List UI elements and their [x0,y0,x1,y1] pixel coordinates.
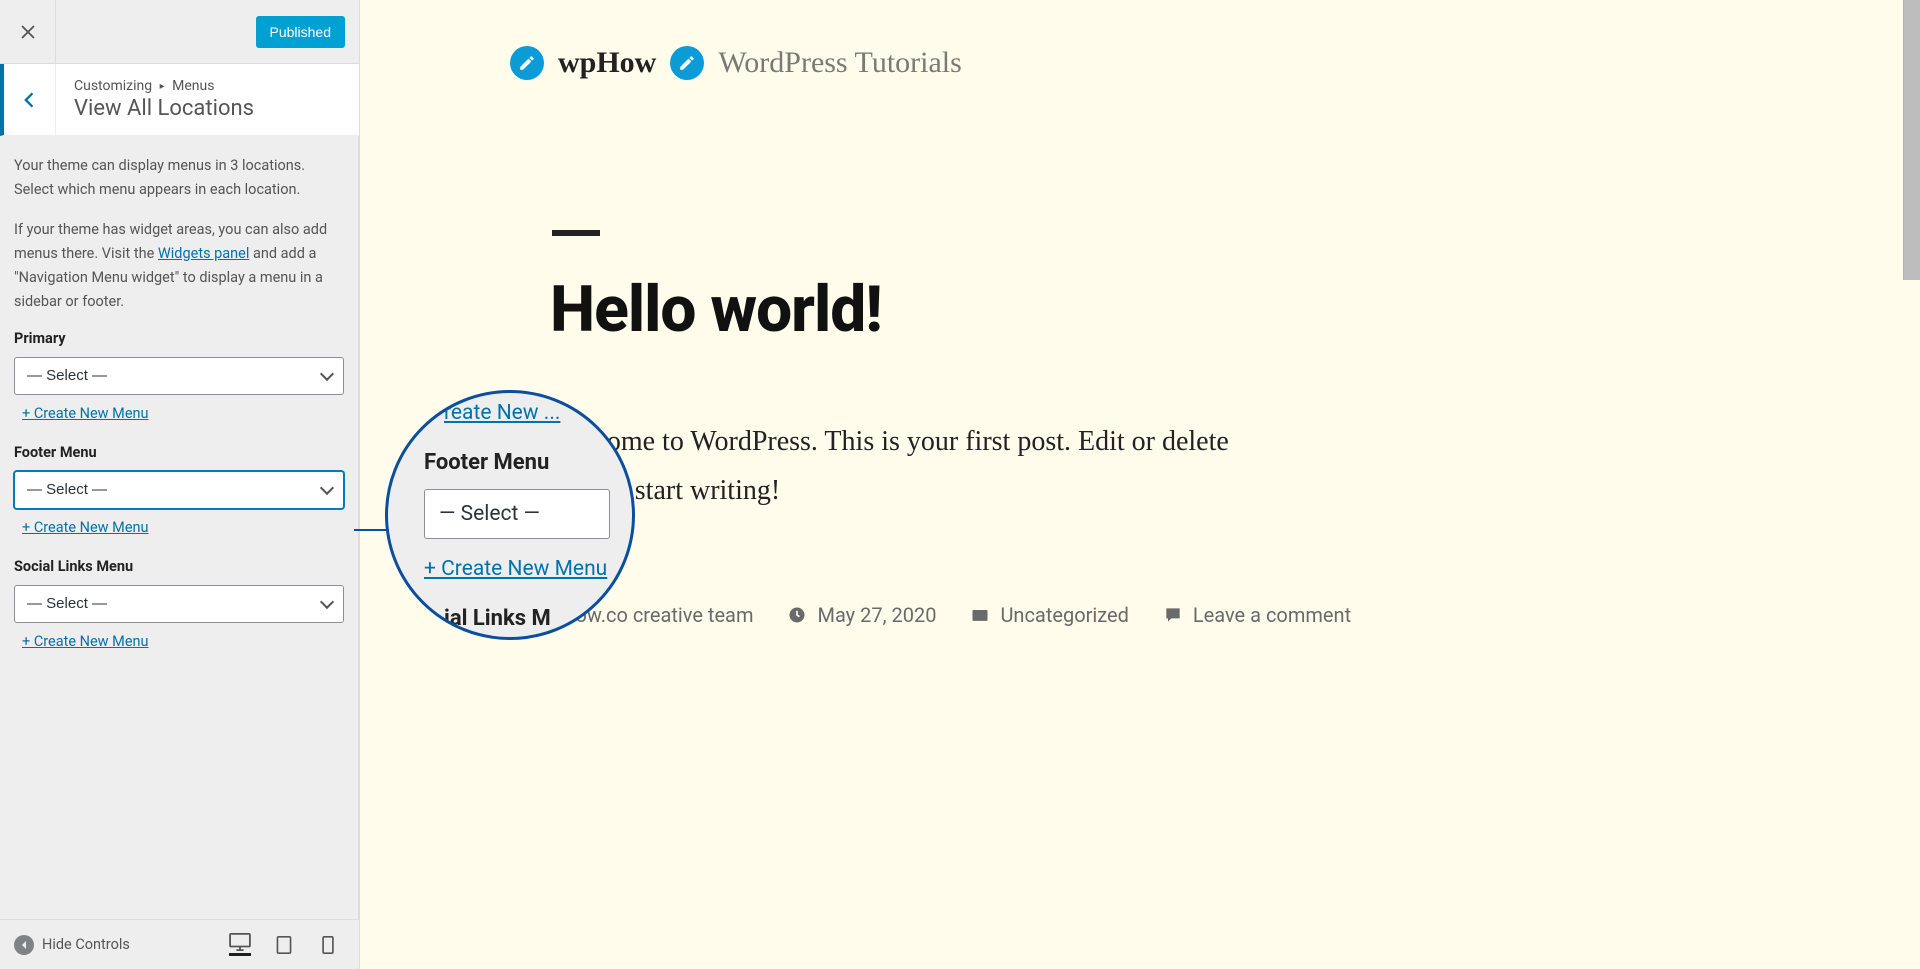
sidebar-footer: Hide Controls [0,919,359,969]
post-meta: pHow.co creative team May 27, 2020 Uncat… [550,603,1450,627]
post: Hello world! Welcome to WordPress. This … [550,230,1450,627]
menu-location-social: Social Links Menu — Select — + Create Ne… [14,558,344,650]
magnifier-create-link[interactable]: + Create New Menu [424,557,610,581]
magnifier-callout: reate New ... Footer Menu — Select — + C… [385,390,635,640]
create-menu-link-primary[interactable]: + Create New Menu [14,405,149,422]
magnifier-top-fragment: reate New ... [444,401,560,425]
widgets-panel-link[interactable]: Widgets panel [158,245,249,262]
hide-controls-label: Hide Controls [42,936,130,953]
accent-bar [552,230,600,236]
date-text: May 27, 2020 [817,603,936,627]
meta-comments: Leave a comment [1163,603,1351,627]
panel-title-wrap: Customizing ▸ Menus View All Locations [56,64,272,135]
chevron-left-icon [20,90,40,110]
meta-category: Uncategorized [970,603,1128,627]
comment-icon [1163,605,1183,625]
close-customizer-button[interactable] [0,0,56,64]
select-wrap: — Select — [14,357,344,395]
description-2: If your theme has widget areas, you can … [14,218,344,314]
device-mobile-button[interactable] [317,933,339,956]
location-label-footer: Footer Menu [14,444,344,461]
customizer-sidebar: Published Customizing ▸ Menus View All L… [0,0,360,969]
site-title[interactable]: wpHow [558,46,656,80]
description-1: Your theme can display menus in 3 locati… [14,154,344,202]
location-label-social: Social Links Menu [14,558,344,575]
primary-menu-select[interactable]: — Select — [14,357,344,395]
post-body: Welcome to WordPress. This is your first… [550,417,1450,515]
select-wrap: — Select — [14,585,344,623]
post-body-line1: ome to WordPress. This is your first pos… [607,426,1229,457]
location-label-primary: Primary [14,330,344,347]
create-menu-link-social[interactable]: + Create New Menu [14,633,149,650]
device-tablet-button[interactable] [273,933,295,956]
select-wrap: — Select — [14,471,344,509]
mobile-icon [317,936,339,954]
site-tagline: WordPress Tutorials [718,46,961,80]
comment-link[interactable]: Leave a comment [1193,603,1351,627]
meta-date: May 27, 2020 [787,603,936,627]
magnifier-label: Footer Menu [424,450,610,475]
category-link[interactable]: Uncategorized [1000,603,1128,627]
collapse-icon [14,935,34,955]
tablet-icon [273,936,295,954]
post-body-line2: start writing! [628,475,780,506]
pencil-icon [678,54,696,72]
close-icon [19,23,37,41]
hide-controls-button[interactable]: Hide Controls [14,935,215,955]
social-menu-select[interactable]: — Select — [14,585,344,623]
site-header: wpHow WordPress Tutorials [360,0,1920,80]
edit-tagline-button[interactable] [670,46,704,80]
desktop-icon [229,933,251,951]
post-title[interactable]: Hello world! [550,272,1450,347]
pencil-icon [518,54,536,72]
sidebar-topbar: Published [0,0,359,64]
folder-icon [970,605,990,625]
panel-header: Customizing ▸ Menus View All Locations [0,64,359,136]
create-menu-link-footer[interactable]: + Create New Menu [14,519,149,536]
back-button[interactable] [4,64,56,135]
breadcrumb-current: Menus [172,78,214,94]
clock-icon [787,605,807,625]
menu-location-primary: Primary — Select — + Create New Menu [14,330,344,422]
device-desktop-button[interactable] [229,933,251,956]
menu-location-footer: Footer Menu — Select — + Create New Menu [14,444,344,536]
footer-menu-select[interactable]: — Select — [14,471,344,509]
breadcrumb-root: Customizing [74,78,152,94]
breadcrumb: Customizing ▸ Menus [74,78,254,94]
edit-site-title-button[interactable] [510,46,544,80]
breadcrumb-separator-icon: ▸ [156,81,169,92]
panel-title: View All Locations [74,96,254,121]
magnifier-select[interactable]: — Select — [424,489,610,539]
publish-status-button[interactable]: Published [256,16,346,48]
panel-body: Your theme can display menus in 3 locati… [0,136,359,919]
device-preview-toggle [229,933,339,956]
magnifier-bottom-fragment: ial Links M [444,606,551,631]
preview-scrollbar[interactable] [1903,0,1920,280]
